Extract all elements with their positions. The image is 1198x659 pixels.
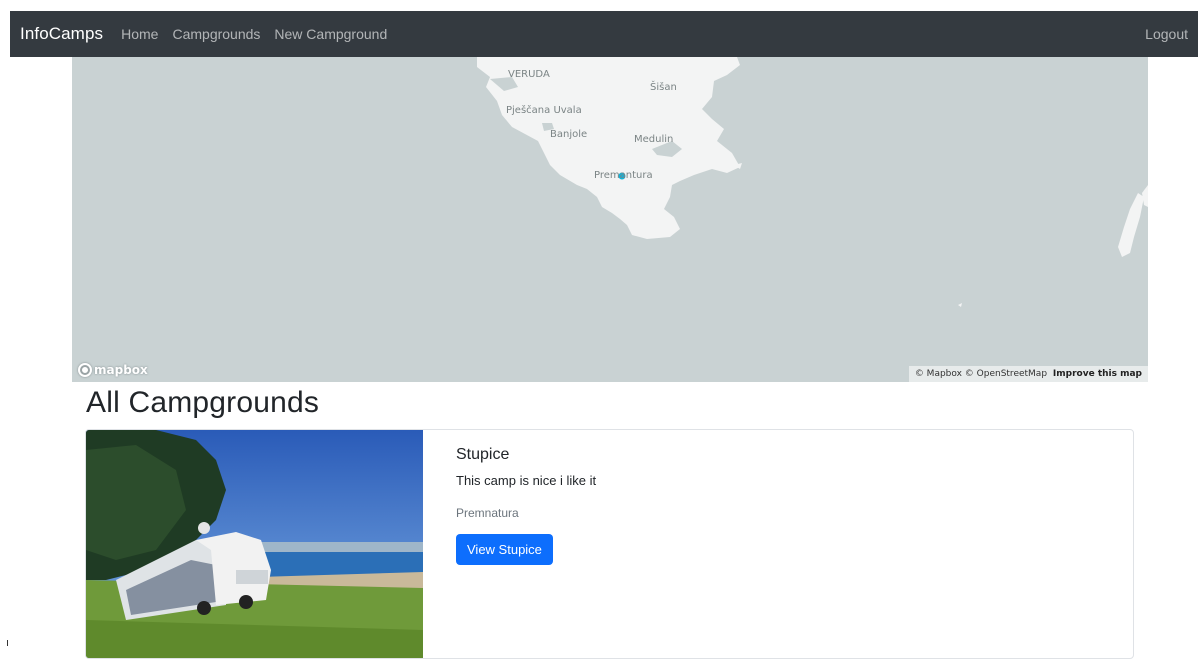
nav-link-new-campground[interactable]: New Campground [274, 26, 387, 42]
nav-link-logout[interactable]: Logout [1145, 26, 1188, 42]
map-label-premantura: Premantura [594, 170, 653, 181]
brand-logo[interactable]: InfoCamps [20, 24, 103, 44]
campground-location: Premnatura [456, 506, 519, 520]
stray-mark [7, 640, 8, 646]
map-label-banjole: Banjole [550, 129, 588, 140]
campground-description: This camp is nice i like it [456, 473, 597, 488]
campground-card-body: Stupice This camp is nice i like it Prem… [423, 430, 596, 658]
campground-card: Stupice This camp is nice i like it Prem… [85, 429, 1134, 659]
improve-map-link[interactable]: Improve this map [1053, 369, 1142, 379]
nav-link-campgrounds[interactable]: Campgrounds [172, 26, 260, 42]
attribution-text[interactable]: © Mapbox © OpenStreetMap [915, 369, 1047, 379]
map-label-medulin: Medulin [634, 134, 674, 145]
map-label-veruda: VERUDA [508, 69, 550, 80]
nav-link-home[interactable]: Home [121, 26, 158, 42]
map-attribution: © Mapbox © OpenStreetMap Improve this ma… [908, 366, 1148, 382]
map-label-pjescana-uvala: Pješčana Uvala [506, 105, 582, 116]
campground-image [86, 430, 423, 658]
navbar: InfoCamps Home Campgrounds New Campgroun… [10, 11, 1198, 57]
view-campground-button[interactable]: View Stupice [456, 534, 553, 565]
map-label-sisan: Šišan [650, 82, 677, 93]
map-land [477, 57, 1148, 307]
page-title: All Campgrounds [86, 386, 320, 419]
mapbox-logo[interactable]: mapbox [78, 363, 148, 377]
campground-title: Stupice [456, 446, 510, 463]
cluster-map[interactable]: VERUDA Šišan Pješčana Uvala Banjole Medu… [72, 57, 1148, 382]
mapbox-logo-icon [78, 363, 92, 377]
